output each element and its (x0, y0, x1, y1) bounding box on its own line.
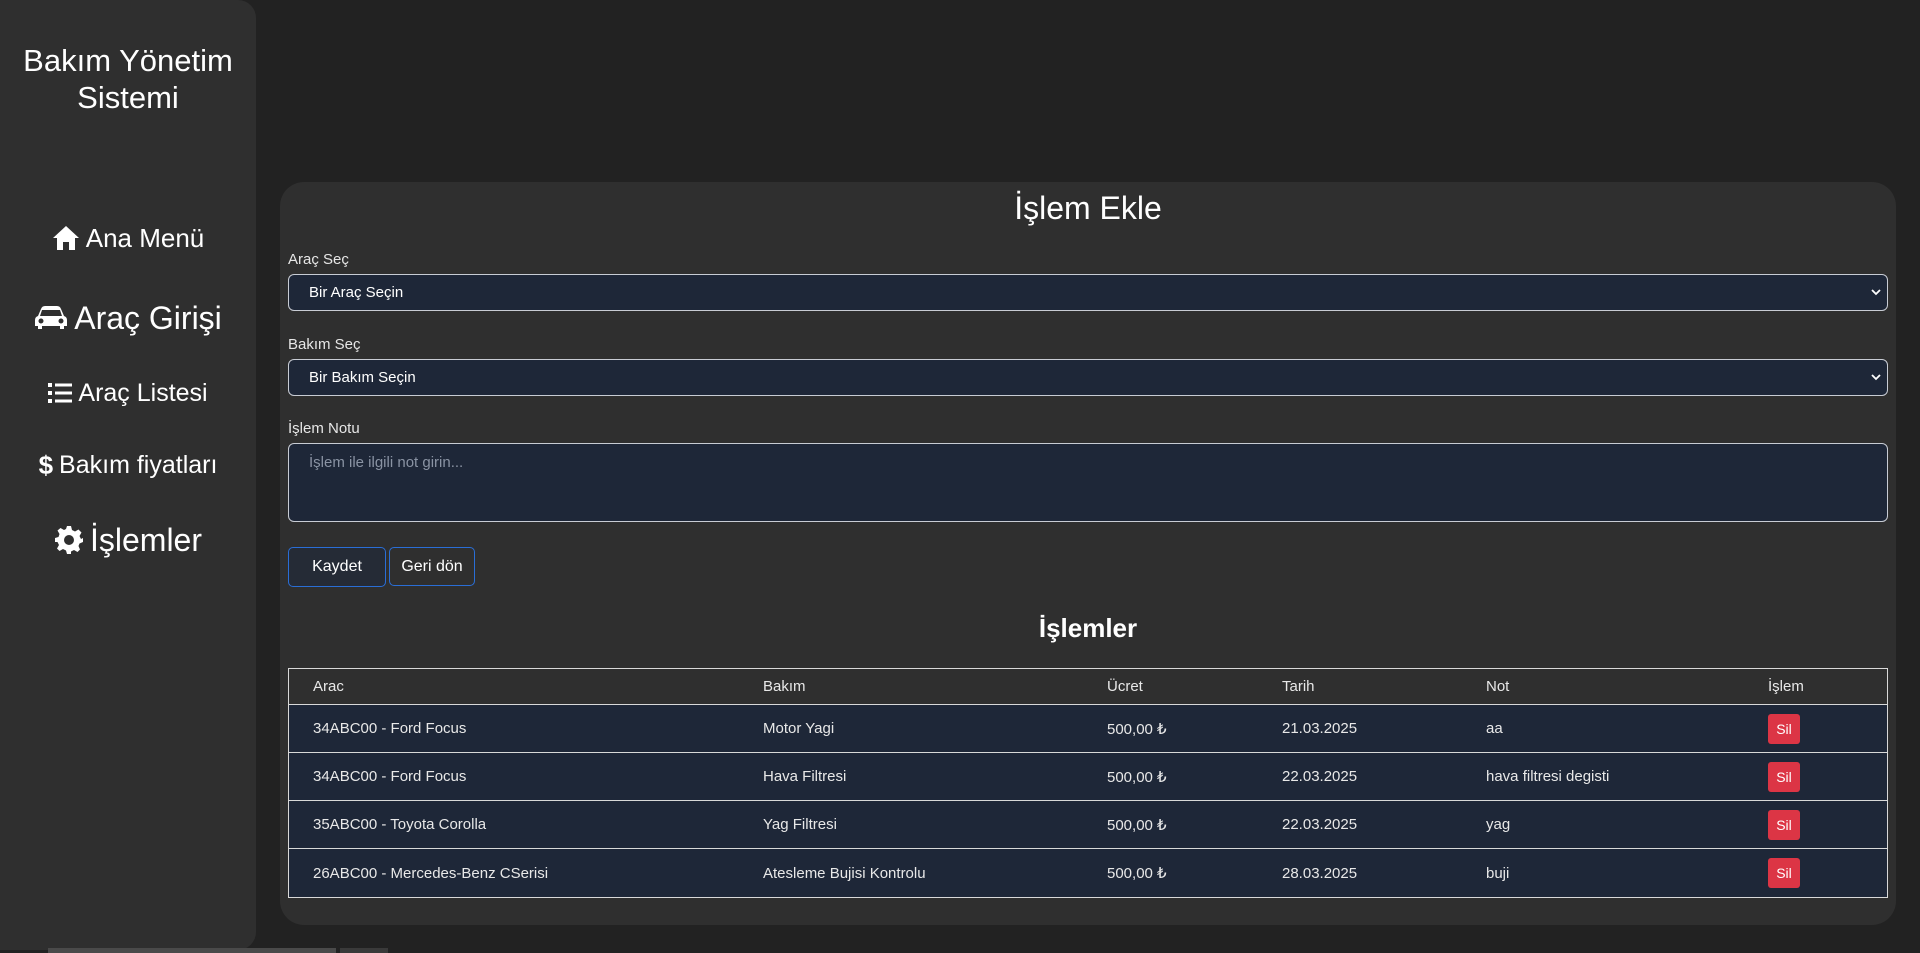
sidebar-item-label: Ana Menü (85, 222, 205, 253)
cell-tarih: 21.03.2025 (1282, 720, 1358, 737)
sidebar-item-ana-menu[interactable]: Ana Menü (0, 220, 256, 256)
sidebar: Bakım Yönetim Sistemi Ana Menü Araç Giri… (0, 0, 256, 950)
brand-line-2: Sistemi (77, 80, 179, 115)
cell-bakim: Motor Yagi (763, 720, 835, 737)
chevron-down-icon (1871, 374, 1881, 381)
table-title: İşlemler (1038, 613, 1138, 643)
brand-title: Bakım Yönetim Sistemi (0, 42, 256, 116)
sidebar-item-label: Bakım fiyatları (59, 450, 218, 479)
column-header-bakim: Bakım (763, 678, 806, 695)
column-header-arac: Arac (313, 678, 344, 695)
dollar-icon: $ (38, 449, 54, 480)
cell-ucret: 500,00 ₺ (1107, 768, 1167, 786)
cell-islem: Sil (1768, 849, 1800, 897)
save-button[interactable]: Kaydet (288, 547, 386, 587)
note-textarea[interactable]: İşlem ile ilgili not girin... (288, 443, 1888, 522)
table-header-row: Arac Bakım Ücret Tarih Not İşlem (289, 669, 1887, 705)
cell-tarih: 22.03.2025 (1282, 768, 1358, 785)
cell-arac: 35ABC00 - Toyota Corolla (313, 816, 487, 833)
vehicle-label: Araç Seç (288, 251, 349, 268)
page-title: İşlem Ekle (1014, 190, 1162, 226)
cell-not: aa (1486, 720, 1503, 737)
back-button[interactable]: Geri dön (389, 547, 475, 586)
table-row: 34ABC00 - Ford Focus Hava Filtresi 500,0… (289, 753, 1887, 801)
vehicle-select-value: Bir Araç Seçin (309, 284, 404, 301)
cell-bakim: Yag Filtresi (763, 816, 837, 833)
horizontal-scrollbar[interactable] (48, 948, 336, 953)
column-header-not: Not (1486, 678, 1510, 695)
delete-button[interactable]: Sil (1768, 809, 1800, 840)
scrollbar-track (340, 948, 388, 953)
sidebar-item-label: Araç Listesi (78, 378, 208, 407)
sidebar-item-arac-girisi[interactable]: Araç Girişi (0, 298, 256, 338)
cell-islem: Sil (1768, 705, 1800, 752)
table-row: 26ABC00 - Mercedes-Benz CSerisi Atesleme… (289, 849, 1887, 897)
column-header-ucret: Ücret (1107, 678, 1143, 695)
brand-line-1: Bakım Yönetim (23, 43, 233, 78)
column-header-tarih: Tarih (1282, 678, 1315, 695)
sidebar-item-islemler[interactable]: İşlemler (0, 520, 256, 560)
cell-tarih: 28.03.2025 (1282, 864, 1358, 882)
list-icon (48, 382, 73, 404)
maintenance-select-value: Bir Bakım Seçin (309, 369, 416, 386)
cell-not: hava filtresi degisti (1486, 768, 1610, 785)
cell-tarih: 22.03.2025 (1282, 816, 1358, 833)
cell-arac: 34ABC00 - Ford Focus (313, 768, 467, 785)
delete-button[interactable]: Sil (1768, 858, 1800, 888)
table-row: 34ABC00 - Ford Focus Motor Yagi 500,00 ₺… (289, 705, 1887, 753)
cell-ucret: 500,00 ₺ (1107, 865, 1167, 882)
cell-bakim: Hava Filtresi (763, 768, 847, 785)
cell-arac: 34ABC00 - Ford Focus (313, 720, 467, 737)
home-icon (52, 225, 80, 251)
maintenance-select[interactable]: Bir Bakım Seçin (288, 359, 1888, 396)
vehicle-select[interactable]: Bir Araç Seçin (288, 274, 1888, 311)
sidebar-item-arac-listesi[interactable]: Araç Listesi (0, 376, 256, 410)
note-label: İşlem Notu (288, 420, 360, 437)
car-icon (34, 305, 68, 331)
gear-icon (54, 525, 84, 555)
cell-not: buji (1486, 864, 1510, 882)
cell-ucret: 500,00 ₺ (1107, 816, 1167, 834)
column-header-islem: İşlem (1768, 678, 1804, 695)
cell-bakim: Atesleme Bujisi Kontrolu (763, 864, 926, 882)
delete-button[interactable]: Sil (1768, 761, 1800, 792)
chevron-down-icon (1871, 289, 1881, 296)
cell-arac: 26ABC00 - Mercedes-Benz CSerisi (313, 864, 549, 882)
sidebar-item-label: Araç Girişi (74, 299, 222, 336)
sidebar-item-bakim-fiyatlari[interactable]: $ Bakım fiyatları (0, 448, 256, 482)
delete-button[interactable]: Sil (1768, 713, 1800, 744)
sidebar-item-label: İşlemler (89, 521, 202, 558)
cell-islem: Sil (1768, 753, 1800, 800)
table-row: 35ABC00 - Toyota Corolla Yag Filtresi 50… (289, 801, 1887, 849)
operations-table: Arac Bakım Ücret Tarih Not İşlem 34ABC00… (288, 668, 1888, 898)
cell-ucret: 500,00 ₺ (1107, 720, 1167, 738)
maintenance-label: Bakım Seç (288, 336, 361, 353)
cell-not: yag (1486, 816, 1511, 833)
note-placeholder: İşlem ile ilgili not girin... (309, 454, 464, 471)
cell-islem: Sil (1768, 801, 1800, 848)
